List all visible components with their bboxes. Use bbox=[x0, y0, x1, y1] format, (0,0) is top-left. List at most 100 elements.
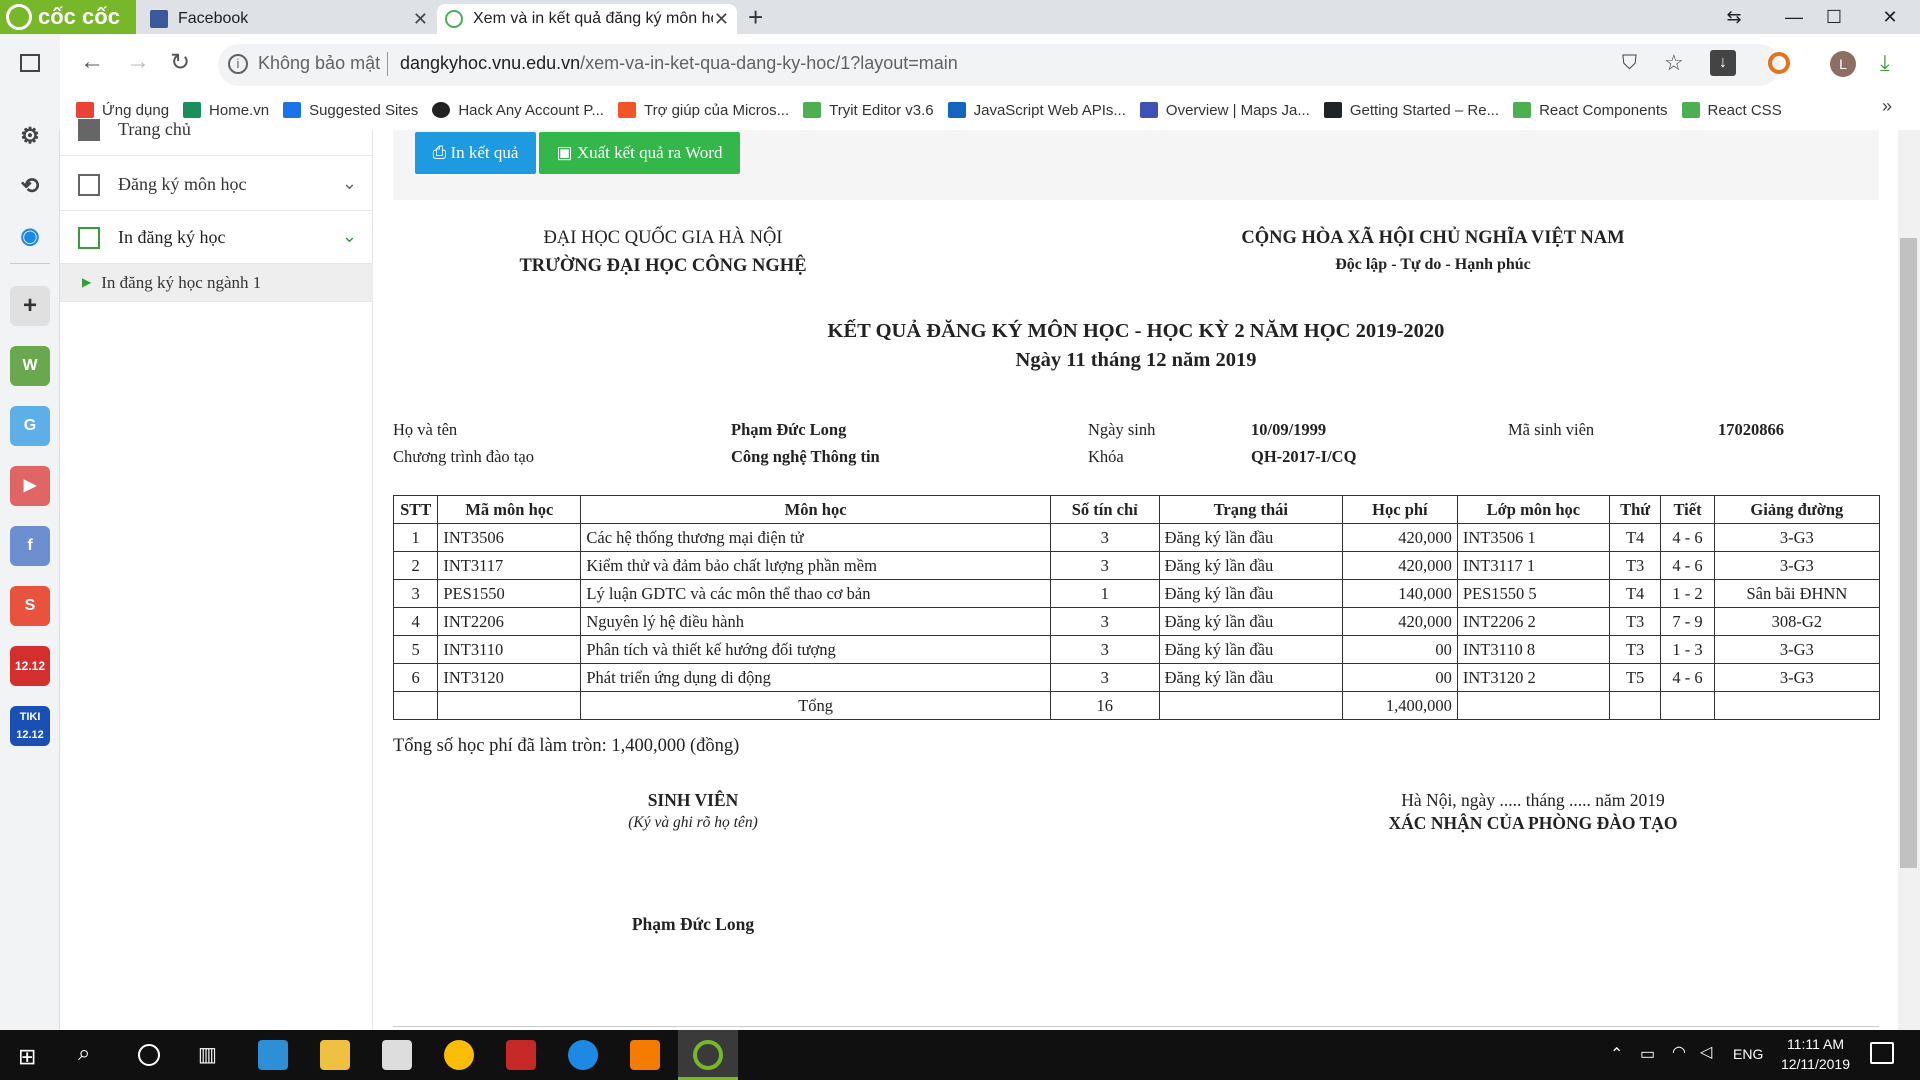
sendo-icon[interactable]: 12.12 bbox=[10, 646, 50, 686]
close-tab-icon[interactable]: ✕ bbox=[714, 4, 729, 34]
export-word-button[interactable]: ▣ Xuất kết quả ra Word bbox=[539, 132, 740, 174]
bookmark-item[interactable]: Hack Any Account P... bbox=[432, 98, 604, 122]
bookmark-item[interactable]: Tryit Editor v3.6 bbox=[803, 98, 934, 122]
microsoft-icon bbox=[617, 102, 636, 118]
scrollbar-thumb[interactable] bbox=[1900, 238, 1917, 868]
search-icon[interactable]: ⌕ bbox=[78, 1040, 90, 1066]
shield-icon[interactable]: ⛉ bbox=[1622, 52, 1637, 75]
table-cell: PES1550 bbox=[437, 579, 582, 608]
table-cell: PES1550 5 bbox=[1456, 579, 1610, 608]
coccoc-menu-button[interactable]: cốc cốc bbox=[0, 0, 136, 34]
table-row: 2 INT3117 Kiểm thử và đảm bảo chất lượng p… bbox=[392, 551, 1881, 580]
more-bookmarks-icon[interactable]: » bbox=[1882, 96, 1892, 117]
sidebar-item-print[interactable]: In đăng ký học ⌄ bbox=[60, 212, 373, 264]
google-icon[interactable]: G bbox=[10, 406, 50, 446]
printer-icon: ⎙ bbox=[432, 143, 451, 162]
download-arrow-icon[interactable]: ⤓ bbox=[1880, 50, 1890, 76]
table-cell: Tổng bbox=[580, 691, 1051, 720]
table-cell: Đăng ký lần đầu bbox=[1158, 551, 1343, 580]
notifications-icon[interactable] bbox=[1870, 1042, 1894, 1064]
bookmark-label: Overview | Maps Ja... bbox=[1165, 101, 1310, 119]
table-cell: 3 bbox=[1049, 635, 1160, 664]
language-indicator[interactable]: ENG bbox=[1733, 1046, 1763, 1062]
table-cell: T3 bbox=[1608, 551, 1662, 580]
divider bbox=[387, 52, 388, 76]
table-cell: 7 - 9 bbox=[1660, 607, 1715, 636]
shopee-icon[interactable]: S bbox=[10, 586, 50, 626]
w-app-icon[interactable]: W bbox=[10, 346, 50, 386]
bookmark-item[interactable]: Overview | Maps Ja... bbox=[1139, 98, 1310, 122]
student-id-value: 17020866 bbox=[1718, 420, 1784, 439]
history-icon[interactable]: ⟲ bbox=[10, 166, 50, 206]
add-app-icon[interactable]: + bbox=[10, 286, 50, 326]
sidebar-item-home[interactable]: Trang chủ bbox=[60, 104, 373, 156]
chevron-down-icon: ⌄ bbox=[341, 226, 357, 246]
tray-chevron-icon[interactable]: ⌃ bbox=[1610, 1044, 1623, 1064]
table-cell: T5 bbox=[1608, 663, 1662, 692]
table-row: 5 INT3110 Phân tích và thiết kế hướng đối … bbox=[392, 635, 1881, 664]
store-app-icon[interactable] bbox=[258, 1040, 288, 1070]
settings-gear-icon[interactable]: ⚙ bbox=[10, 116, 50, 156]
column-header: Tiết bbox=[1660, 495, 1715, 524]
bookmark-item[interactable]: JavaScript Web APIs... bbox=[947, 98, 1126, 122]
security-label[interactable]: Không bảo mật bbox=[258, 53, 380, 74]
xampp-icon[interactable] bbox=[630, 1040, 660, 1070]
w3schools-icon bbox=[803, 102, 822, 118]
sidebar-toggle-icon[interactable] bbox=[20, 54, 40, 72]
close-window-button[interactable]: ✕ bbox=[1860, 0, 1920, 34]
table-cell: INT3110 8 bbox=[1456, 635, 1610, 664]
sidebar-item-register[interactable]: Đăng ký môn học ⌄ bbox=[60, 159, 373, 211]
garena-icon[interactable] bbox=[506, 1040, 536, 1070]
maximize-button[interactable]: ☐ bbox=[1804, 0, 1864, 34]
close-tab-icon[interactable]: ✕ bbox=[413, 4, 428, 34]
tab-facebook[interactable]: Facebook ✕ bbox=[142, 4, 436, 34]
table-cell: Phát triển ứng dụng di động bbox=[580, 663, 1051, 692]
tiki-icon[interactable]: TIKI 12.12 bbox=[10, 706, 50, 746]
info-icon[interactable]: i bbox=[228, 54, 248, 74]
facebook-icon[interactable]: f bbox=[10, 526, 50, 566]
bookmark-item[interactable]: Getting Started – Re... bbox=[1323, 98, 1499, 122]
bookmark-item[interactable]: Trợ giúp của Micros... bbox=[617, 98, 789, 122]
table-cell bbox=[1713, 691, 1881, 720]
school-name: TRƯỜNG ĐẠI HỌC CÔNG NGHỆ bbox=[519, 256, 807, 276]
tab-dangkyhoc[interactable]: Xem và in kết quả đăng ký môn họ ✕ bbox=[437, 4, 737, 34]
sidebar-subitem-print-major1[interactable]: ▶ In đăng ký học ngành 1 bbox=[60, 264, 373, 302]
table-cell: Kiểm thử và đảm bảo chất lượng phần mềm bbox=[580, 551, 1051, 580]
w3schools-icon bbox=[1681, 102, 1700, 118]
tab-title: Facebook bbox=[178, 10, 249, 27]
cortana-icon[interactable] bbox=[138, 1044, 160, 1066]
volume-icon[interactable]: ◁ bbox=[1700, 1042, 1712, 1062]
system-clock[interactable]: 11:11 AM 12/11/2019 bbox=[1781, 1034, 1850, 1074]
registration-table: STT Mã môn học Môn học Số tín chỉ Trạng … bbox=[392, 495, 1881, 720]
table-cell: INT3110 bbox=[437, 635, 582, 664]
profile-avatar[interactable]: L bbox=[1830, 51, 1856, 77]
task-view-icon[interactable]: ▥ bbox=[198, 1042, 217, 1067]
download-icon[interactable]: ↓ bbox=[1710, 50, 1736, 76]
table-cell: 420,000 bbox=[1341, 607, 1458, 636]
tab-search-icon[interactable]: ⇆ bbox=[1704, 0, 1764, 34]
bookmark-item[interactable]: React Components bbox=[1513, 98, 1668, 122]
reload-button[interactable]: ↻ bbox=[170, 48, 190, 77]
chrome-icon[interactable] bbox=[444, 1040, 474, 1070]
print-button[interactable]: ⎙ In kết quả bbox=[415, 132, 536, 174]
file-explorer-icon[interactable] bbox=[320, 1040, 350, 1070]
forward-button[interactable]: → bbox=[126, 48, 150, 76]
table-cell: Nguyên lý hệ điều hành bbox=[580, 607, 1051, 636]
new-tab-button[interactable]: + bbox=[748, 2, 763, 33]
microsoft-store-icon[interactable] bbox=[382, 1040, 412, 1070]
bookmark-star-icon[interactable]: ☆ bbox=[1664, 50, 1684, 76]
back-button[interactable]: ← bbox=[80, 48, 104, 76]
edge-icon[interactable] bbox=[568, 1040, 598, 1070]
battery-icon[interactable]: ▭ bbox=[1640, 1044, 1655, 1064]
youtube-icon[interactable]: ▶ bbox=[10, 466, 50, 506]
windows-start-icon[interactable]: ⊞ bbox=[18, 1044, 36, 1070]
student-name: Phạm Đức Long bbox=[731, 420, 847, 439]
bookmark-item[interactable]: React CSS bbox=[1681, 98, 1782, 122]
extension-icon[interactable] bbox=[1768, 52, 1790, 74]
coccoc-taskbar-active[interactable] bbox=[678, 1030, 738, 1080]
wifi-icon[interactable]: ◠ bbox=[1672, 1042, 1686, 1062]
url-text[interactable]: dangkyhoc.vnu.edu.vn/xem-va-in-ket-qua-d… bbox=[400, 53, 958, 74]
messenger-icon[interactable]: ◉ bbox=[10, 216, 50, 256]
table-cell: 4 - 6 bbox=[1660, 551, 1715, 580]
page-sidebar: Trang chủ Đăng ký môn học ⌄ In đăng ký h… bbox=[60, 118, 373, 1030]
